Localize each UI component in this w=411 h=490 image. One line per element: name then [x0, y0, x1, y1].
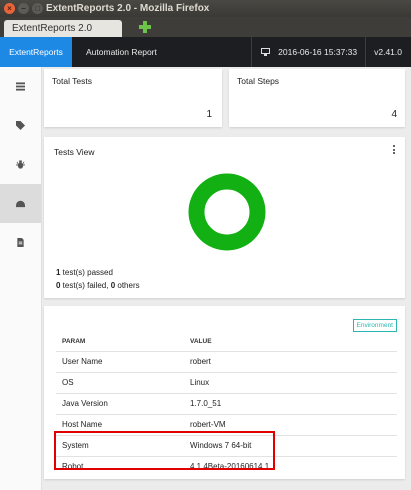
sidebar [0, 67, 42, 490]
navbar-right: 2016-06-16 15:37:33 v2.41.0 [251, 37, 411, 67]
others-text: others [115, 281, 140, 290]
sidebar-item-exceptions[interactable] [0, 145, 41, 184]
dashboard-icon [16, 200, 25, 208]
list-icon [16, 82, 25, 91]
version-label: v2.41.0 [374, 47, 402, 57]
new-tab-plus-icon[interactable] [139, 21, 151, 33]
navbar-divider [251, 37, 253, 67]
browser-tabstrip: ExtentReports 2.0 [0, 17, 411, 37]
browser-tab-label: ExtentReports 2.0 [12, 23, 93, 34]
maximize-window-button[interactable]: □ [32, 3, 43, 14]
sidebar-item-logs[interactable] [0, 223, 41, 262]
value-cell: robert [190, 350, 397, 372]
passed-text: test(s) passed [60, 268, 113, 277]
window-titlebar: × – □ ExtentReports 2.0 - Mozilla Firefo… [0, 0, 411, 17]
document-icon [17, 238, 24, 247]
total-steps-card: Total Steps 4 [229, 69, 405, 127]
tests-view-title: Tests View [54, 147, 95, 157]
total-steps-label: Total Steps [237, 76, 280, 86]
tag-icon [16, 121, 25, 130]
total-tests-value: 1 [206, 109, 212, 120]
tests-view-card: Tests View 1 test(s) passed 0 test(s) fa… [44, 137, 405, 298]
tests-donut-chart [188, 173, 266, 251]
failed-stats: 0 test(s) failed, 0 others [56, 281, 140, 290]
param-cell: Java Version [56, 392, 190, 414]
minimize-window-button[interactable]: – [18, 3, 29, 14]
total-tests-card: Total Tests 1 [44, 69, 222, 127]
table-header-row: PARAM VALUE [56, 333, 397, 351]
column-header-param: PARAM [62, 338, 86, 346]
value-cell: Linux [190, 371, 397, 393]
monitor-icon [261, 48, 271, 56]
close-window-button[interactable]: × [4, 3, 15, 14]
more-options-icon[interactable] [393, 145, 396, 156]
window-title: ExtentReports 2.0 - Mozilla Firefox [46, 3, 210, 14]
param-cell: User Name [56, 350, 190, 372]
param-cell: OS [56, 371, 190, 393]
sidebar-item-tests[interactable] [0, 67, 41, 106]
bug-icon [16, 160, 25, 169]
passed-stats: 1 test(s) passed [56, 268, 113, 277]
browser-tab[interactable]: ExtentReports 2.0 [4, 20, 122, 37]
annotation-highlight-box [54, 431, 275, 470]
value-cell: 1.7.0_51 [190, 392, 397, 414]
brand-logo[interactable]: ExtentReports [0, 37, 72, 67]
total-steps-value: 4 [391, 109, 397, 120]
report-name-link[interactable]: Automation Report [86, 37, 157, 67]
top-navbar: ExtentReports Automation Report 2016-06-… [0, 37, 411, 67]
report-date: 2016-06-16 15:37:33 [278, 47, 358, 57]
sidebar-item-categories[interactable] [0, 106, 41, 145]
total-tests-label: Total Tests [52, 76, 93, 86]
table-row: Java Version 1.7.0_51 [56, 392, 397, 414]
sidebar-item-dashboard[interactable] [0, 184, 41, 223]
failed-text: test(s) failed, [60, 281, 111, 290]
window-controls: × – □ [4, 3, 43, 14]
table-row: User Name robert [56, 350, 397, 372]
passed-slice[interactable] [188, 173, 266, 251]
environment-badge: Environment [352, 319, 397, 332]
column-header-value: VALUE [190, 338, 212, 346]
table-row: OS Linux [56, 371, 397, 393]
